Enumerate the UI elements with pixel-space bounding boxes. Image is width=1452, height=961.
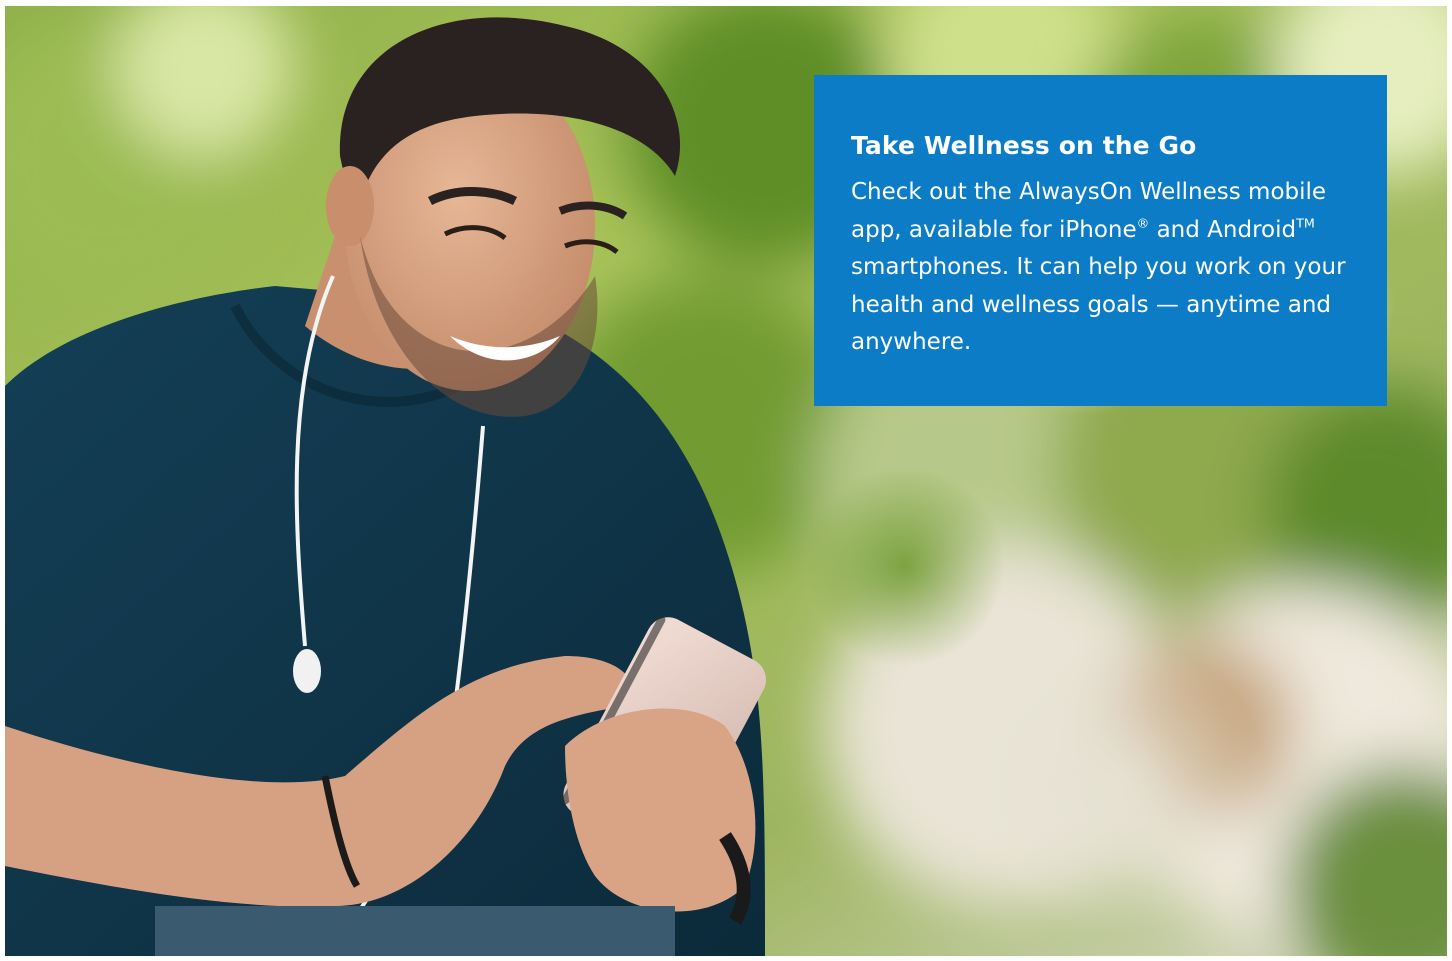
registered-mark: ® xyxy=(1136,215,1150,231)
callout-body: Check out the AlwaysOn Wellness mobile a… xyxy=(851,174,1357,362)
promo-callout: Take Wellness on the Go Check out the Al… xyxy=(814,75,1387,406)
hero-banner: Take Wellness on the Go Check out the Al… xyxy=(5,6,1447,956)
callout-body-text: smartphones. It can help you work on you… xyxy=(851,254,1346,355)
callout-title: Take Wellness on the Go xyxy=(851,131,1197,160)
callout-body-text: and Android xyxy=(1149,216,1297,243)
trademark-mark: TM xyxy=(1296,215,1315,231)
